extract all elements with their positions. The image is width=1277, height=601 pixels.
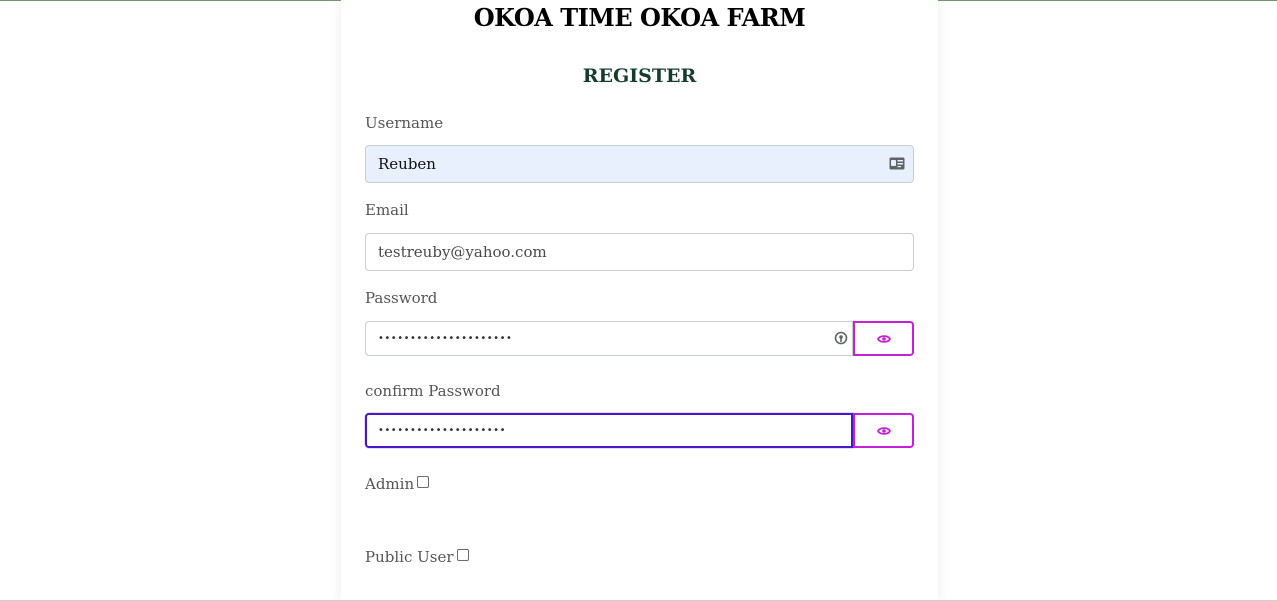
- contact-card-icon: [889, 157, 905, 170]
- public-user-row: Public User: [365, 548, 469, 566]
- admin-checkbox[interactable]: [417, 476, 430, 488]
- password-label: Password: [365, 289, 438, 307]
- email-label: Email: [365, 201, 409, 219]
- confirm-password-input[interactable]: ••••••••••••••••••••: [365, 413, 853, 448]
- confirm-password-label: confirm Password: [365, 382, 501, 400]
- public-user-label: Public User: [365, 548, 454, 566]
- password-masked-value: •••••••••••••••••••••: [378, 333, 513, 344]
- username-input[interactable]: Reuben: [365, 145, 914, 183]
- password-key-icon[interactable]: [834, 331, 848, 345]
- password-input[interactable]: •••••••••••••••••••••: [365, 321, 853, 356]
- form-title: REGISTER: [582, 65, 697, 87]
- email-value: testreuby@yahoo.com: [378, 243, 547, 261]
- admin-row: Admin: [365, 475, 430, 493]
- username-label: Username: [365, 114, 444, 132]
- password-toggle-button[interactable]: [853, 321, 914, 356]
- confirm-password-masked-value: ••••••••••••••••••••: [378, 425, 506, 436]
- eye-icon: [876, 426, 891, 435]
- register-card: OKOA TIME OKOA FARM REGISTER Username Re…: [341, 0, 938, 601]
- username-value: Reuben: [378, 155, 436, 173]
- eye-icon: [876, 334, 891, 343]
- public-user-checkbox[interactable]: [456, 549, 469, 561]
- email-input[interactable]: testreuby@yahoo.com: [365, 233, 914, 271]
- confirm-password-toggle-button[interactable]: [853, 413, 914, 448]
- app-title: OKOA TIME OKOA FARM: [473, 3, 806, 32]
- admin-label: Admin: [365, 475, 415, 493]
